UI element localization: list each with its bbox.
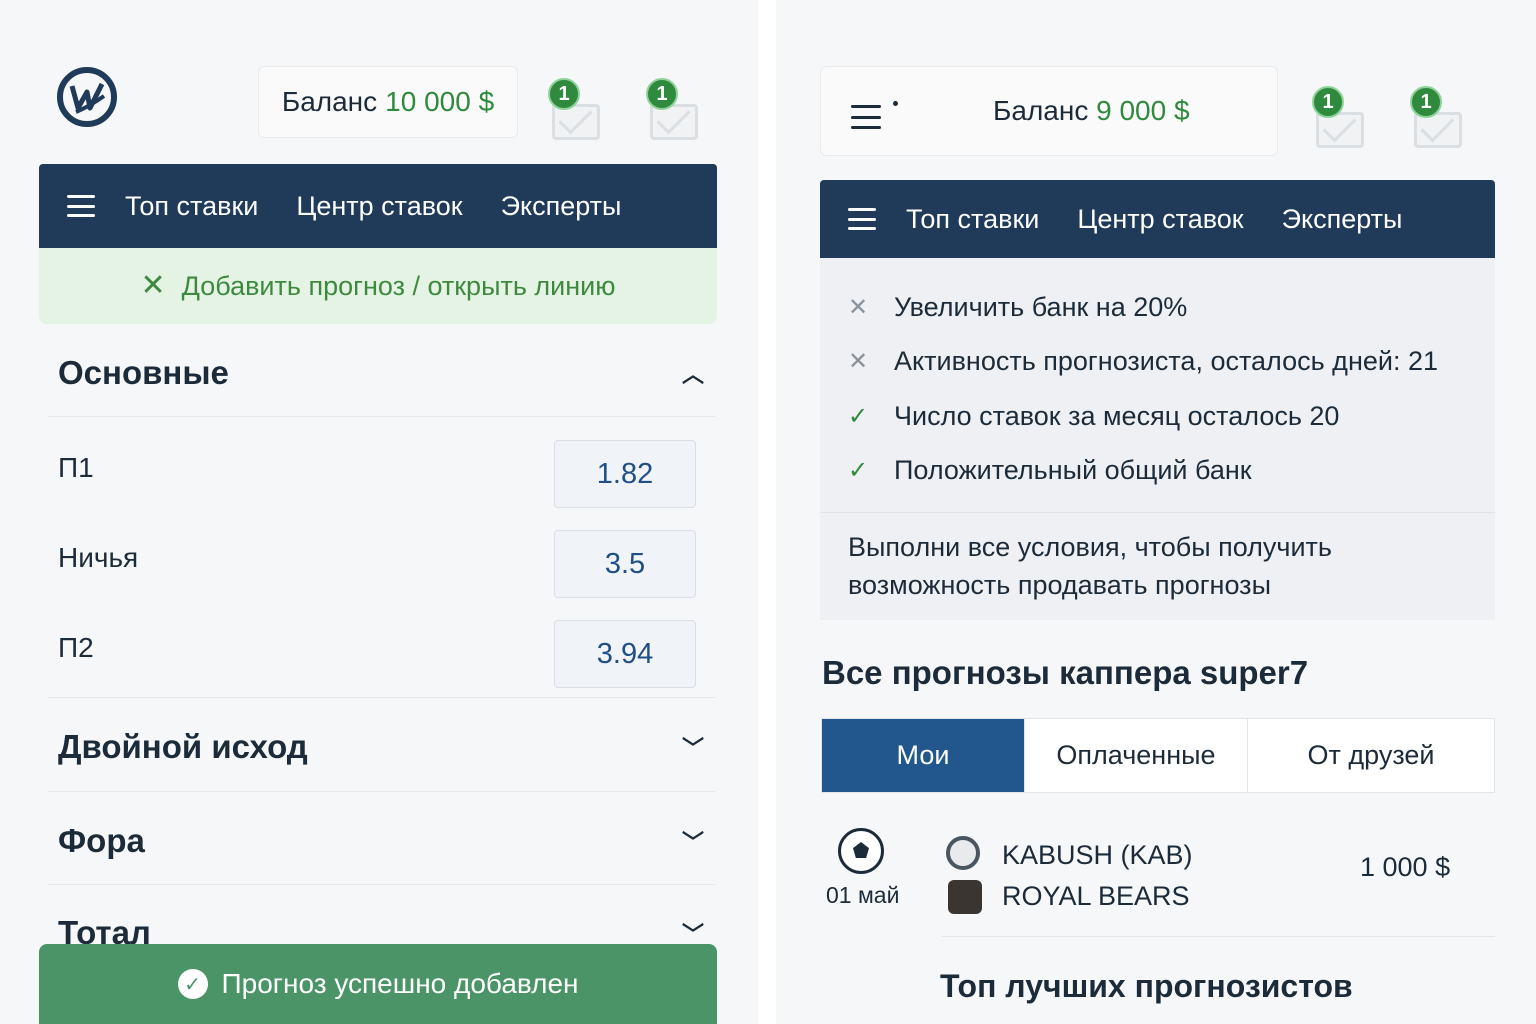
odds-button-p2[interactable]: 3.94 [554,620,696,688]
section-title: Двойной исход [58,728,308,765]
balance-display[interactable]: Баланс 10 000 $ [258,66,518,138]
forecasts-heading: Все прогнозы каппера super7 [822,654,1309,691]
hamburger-menu-icon[interactable] [67,195,95,217]
forecast-list-item[interactable]: 01 май KABUSH (KAB) ROYAL BEARS 1 000 $ [820,826,1495,936]
hamburger-menu-icon[interactable] [848,208,876,230]
hamburger-menu-icon[interactable] [851,105,881,129]
section-double-header[interactable]: Двойной исход ﹀ [58,724,704,770]
balance-label: Баланс [993,95,1089,126]
seller-conditions-panel: ✕ Увеличить банк на 20% ✕ Активность про… [820,258,1495,620]
odds-label-p2: П2 [58,632,94,663]
header-bar: Баланс 9 000 $ [820,66,1278,156]
forecast-tabs: Мои Оплаченные От друзей [821,718,1495,793]
chevron-up-icon: ︿ [681,362,704,387]
conditions-note: Выполни все условия, чтобы получить возм… [848,532,1332,600]
nav-experts[interactable]: Эксперты [501,191,622,222]
close-icon[interactable]: ✕ [140,271,165,301]
add-forecast-label: Добавить прогноз / открыть линию [181,270,616,301]
divider [820,512,1495,513]
team-logo-icon [948,880,982,914]
top-forecasters-heading: Топ лучших прогнозистов [940,968,1353,1004]
forecast-amount: 1 000 $ [1360,852,1451,882]
success-toast: ✓ Прогноз успешно добавлен [39,944,717,1024]
tab-from-friends[interactable]: От друзей [1248,719,1494,792]
notification-badge: 1 [1410,86,1442,118]
inbox-button[interactable]: 1 [646,78,706,148]
condition-item: ✕ Активность прогнозиста, осталось дней:… [848,346,1438,377]
nav-bet-center[interactable]: Центр ставок [1077,204,1243,235]
odds-button-p1[interactable]: 1.82 [554,440,696,508]
balance-amount: 9 000 $ [1096,95,1190,126]
tab-paid[interactable]: Оплаченные [1025,719,1248,792]
check-circle-icon: ✓ [177,969,208,999]
section-handicap-header[interactable]: Фора ﹀ [58,818,704,864]
team-away-name: ROYAL BEARS [1002,881,1190,911]
messages-button[interactable]: 1 [1312,86,1372,156]
soccer-ball-icon [838,828,884,874]
match-date: 01 май [826,882,900,908]
main-navbar: Топ ставки Центр ставок Эксперты [39,164,717,248]
messages-button[interactable]: 1 [548,78,608,148]
team-logo-icon [946,836,980,870]
nav-experts[interactable]: Эксперты [1282,204,1403,235]
odds-button-draw[interactable]: 3.5 [554,530,696,598]
condition-item: ✓ Положительный общий банк [848,455,1252,486]
odds-label-p1: П1 [58,452,94,483]
notification-badge: 1 [1312,86,1344,118]
divider [48,416,716,417]
team-home-name: KABUSH (KAB) [1002,840,1193,870]
add-forecast-bar[interactable]: ✕ Добавить прогноз / открыть линию [39,248,717,324]
balance-display[interactable]: Баланс 9 000 $ [993,95,1190,127]
condition-text: Увеличить банк на 20% [894,292,1188,322]
nav-top-bets[interactable]: Топ ставки [125,191,258,222]
checkmark-icon: ✓ [848,457,869,484]
left-screen: Баланс 10 000 $ 1 1 Топ ставки Центр ста… [0,0,758,1024]
nav-top-bets[interactable]: Топ ставки [906,204,1039,235]
divider [48,884,716,885]
balance-label: Баланс [281,86,378,117]
checkmark-icon: ✓ [848,403,869,430]
nav-bet-center[interactable]: Центр ставок [296,191,462,222]
menu-indicator-dot [893,101,898,106]
right-screen: Баланс 9 000 $ 1 1 Топ ставки Центр став… [776,0,1536,1024]
notification-badge: 1 [646,78,678,110]
divider [942,936,1495,937]
notification-badge: 1 [548,78,580,110]
condition-text: Активность прогнозиста, осталось дней: 2… [894,346,1438,376]
section-title: Основные [58,354,229,391]
inbox-button[interactable]: 1 [1410,86,1470,156]
chevron-down-icon: ﹀ [681,830,704,855]
condition-text: Положительный общий банк [894,455,1252,485]
section-main-header[interactable]: Основные ︿ [58,350,704,396]
cross-icon: ✕ [848,348,869,375]
balance-amount: 10 000 $ [385,86,495,117]
main-navbar: Топ ставки Центр ставок Эксперты [820,180,1495,258]
divider [48,791,716,792]
condition-item: ✕ Увеличить банк на 20% [848,292,1187,323]
cross-icon: ✕ [848,294,869,321]
toast-message: Прогноз успешно добавлен [221,968,579,999]
tab-my[interactable]: Мои [822,719,1025,792]
odds-label-draw: Ничья [58,542,139,573]
chevron-down-icon: ﹀ [681,736,704,761]
condition-item: ✓ Число ставок за месяц осталось 20 [848,401,1339,432]
divider [48,697,716,698]
brand-logo-icon[interactable] [56,66,118,128]
section-title: Фора [58,822,145,859]
condition-text: Число ставок за месяц осталось 20 [894,401,1340,431]
